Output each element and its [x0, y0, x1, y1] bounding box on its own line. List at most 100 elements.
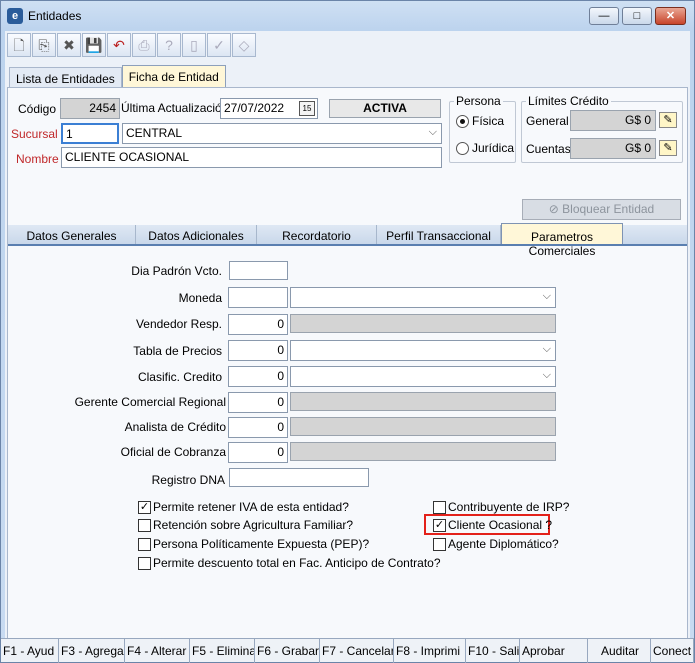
diplomatico-label: Agente Diplomático? [448, 537, 559, 551]
clasific-input[interactable]: 0 [228, 366, 288, 387]
minimize-button[interactable]: — [589, 7, 619, 25]
tabla-precios-select[interactable]: ⌵ [290, 340, 556, 361]
chevron-down-icon: ⌵ [542, 343, 551, 355]
copy-icon[interactable]: ⎘ [32, 33, 56, 57]
gerente-input[interactable]: 0 [228, 392, 288, 413]
edit-cuentas-icon[interactable]: ✎ [659, 140, 677, 156]
client-area: 🗋 ⎘ ✖ 💾 ↶ ⎙ ? ▯ ✓ ◇ Lista de Entidades F… [5, 31, 690, 658]
moneda-select[interactable]: ⌵ [290, 287, 556, 308]
clasific-label: Clasific. Credito [137, 370, 222, 384]
f6-save-button[interactable]: F6 - Grabar [255, 639, 320, 663]
juridica-label: Jurídica [472, 141, 515, 155]
chevron-down-icon: ⌵ [542, 290, 551, 302]
gerente-name [290, 392, 556, 411]
new-icon[interactable]: 🗋 [7, 33, 31, 57]
tab-perfil-transaccional[interactable]: Perfil Transaccional [377, 225, 501, 244]
tab-ficha-entidad[interactable]: Ficha de Entidad [121, 65, 226, 87]
tab-datos-adicionales[interactable]: Datos Adicionales [136, 225, 257, 244]
sucursal-select-value: CENTRAL [126, 126, 183, 140]
oficial-name [290, 442, 556, 461]
agricultura-checkbox[interactable] [138, 519, 151, 532]
f4-alter-button[interactable]: F4 - Alterar [125, 639, 190, 663]
ficha-pane: Código 2454 Última Actualización 27/07/2… [7, 87, 688, 642]
analista-name [290, 417, 556, 436]
codigo-label: Código [18, 102, 57, 116]
aprobar-button[interactable]: Aprobar [520, 639, 588, 663]
vendedor-input[interactable]: 0 [228, 314, 288, 335]
phone-icon[interactable]: ▯ [182, 33, 206, 57]
nombre-input[interactable]: CLIENTE OCASIONAL [61, 147, 442, 168]
maximize-button[interactable]: □ [622, 7, 652, 25]
title-bar: e Entidades — □ ✕ [1, 1, 694, 31]
general-amount: G$ 0 [570, 110, 656, 131]
conectar-button[interactable]: Conect [651, 639, 694, 663]
bloquear-button[interactable]: ⊘ Bloquear Entidad [522, 199, 681, 220]
f7-cancel-button[interactable]: F7 - Cancelar [320, 639, 394, 663]
analista-input[interactable]: 0 [228, 417, 288, 438]
eraser-icon[interactable]: ◇ [232, 33, 256, 57]
print-icon[interactable]: ⎙ [132, 33, 156, 57]
calendar-icon[interactable]: 15 [299, 101, 315, 116]
oficial-label: Oficial de Cobranza [120, 445, 226, 459]
sucursal-code-input[interactable]: 1 [61, 123, 119, 144]
chevron-down-icon: ⌵ [428, 126, 437, 138]
ultima-label: Última Actualización [121, 101, 229, 115]
tab-recordatorio[interactable]: Recordatorio [257, 225, 377, 244]
ultima-date-field[interactable]: 27/07/2022 15 [220, 98, 318, 119]
irp-checkbox[interactable] [433, 501, 446, 514]
general-label: General [526, 114, 569, 128]
sucursal-label: Sucursal [11, 127, 58, 141]
f8-print-button[interactable]: F8 - Imprimi [394, 639, 466, 663]
diplomatico-checkbox[interactable] [433, 538, 446, 551]
toolbar: 🗋 ⎘ ✖ 💾 ↶ ⎙ ? ▯ ✓ ◇ [7, 33, 257, 57]
bloquear-label: Bloquear Entidad [562, 202, 655, 216]
juridica-radio[interactable] [456, 142, 469, 155]
clasific-select[interactable]: ⌵ [290, 366, 556, 387]
cliente-ocasional-checkbox[interactable]: ✓ [433, 519, 446, 532]
f5-delete-button[interactable]: F5 - Elimina [190, 639, 255, 663]
retener-iva-checkbox[interactable]: ✓ [138, 501, 151, 514]
limites-label: Límites Crédito [526, 94, 611, 108]
save-icon[interactable]: 💾 [82, 33, 106, 57]
f3-add-button[interactable]: F3 - Agrega [59, 639, 125, 663]
vendedor-label: Vendedor Resp. [135, 317, 222, 331]
descuento-checkbox[interactable] [138, 557, 151, 570]
fisica-radio[interactable] [456, 115, 469, 128]
pep-checkbox[interactable] [138, 538, 151, 551]
inner-tabs: Datos Generales Datos Adicionales Record… [8, 223, 687, 258]
f10-exit-button[interactable]: F10 - Sali [466, 639, 520, 663]
chevron-down-icon: ⌵ [542, 369, 551, 381]
f1-help-button[interactable]: F1 - Ayud [1, 639, 59, 663]
check-icon[interactable]: ✓ [207, 33, 231, 57]
auditar-button[interactable]: Auditar [588, 639, 651, 663]
moneda-code-input[interactable] [228, 287, 288, 308]
irp-label: Contribuyente de IRP? [448, 500, 570, 514]
codigo-field: 2454 [60, 98, 120, 119]
cuentas-label: Cuentas [526, 142, 571, 156]
close-button[interactable]: ✕ [655, 7, 686, 25]
tabla-precios-label: Tabla de Precios [133, 344, 222, 358]
sucursal-select[interactable]: CENTRAL ⌵ [122, 123, 442, 144]
dia-padron-input[interactable] [229, 261, 288, 280]
delete-icon[interactable]: ✖ [57, 33, 81, 57]
window-title: Entidades [28, 9, 82, 23]
oficial-input[interactable]: 0 [228, 442, 288, 463]
persona-label: Persona [454, 94, 503, 108]
gerente-label: Gerente Comercial Regional [74, 395, 226, 409]
tab-parametros-comerciales[interactable]: Parametros Comerciales [501, 223, 623, 258]
pep-label: Persona Políticamente Expuesta (PEP)? [153, 537, 370, 551]
analista-label: Analista de Crédito [124, 420, 226, 434]
descuento-label: Permite descuento total en Fac. Anticipo… [153, 556, 441, 570]
status-badge: ACTIVA [329, 99, 441, 118]
edit-general-icon[interactable]: ✎ [659, 112, 677, 128]
tab-lista-entidades[interactable]: Lista de Entidades [9, 67, 122, 87]
registro-input[interactable] [229, 468, 369, 487]
undo-icon[interactable]: ↶ [107, 33, 131, 57]
cuentas-amount: G$ 0 [570, 138, 656, 159]
tabla-precios-input[interactable]: 0 [228, 340, 288, 361]
help-icon[interactable]: ? [157, 33, 181, 57]
app-icon: e [7, 8, 23, 24]
moneda-label: Moneda [178, 291, 222, 305]
tab-datos-generales[interactable]: Datos Generales [8, 225, 136, 244]
nombre-label: Nombre [16, 152, 59, 166]
